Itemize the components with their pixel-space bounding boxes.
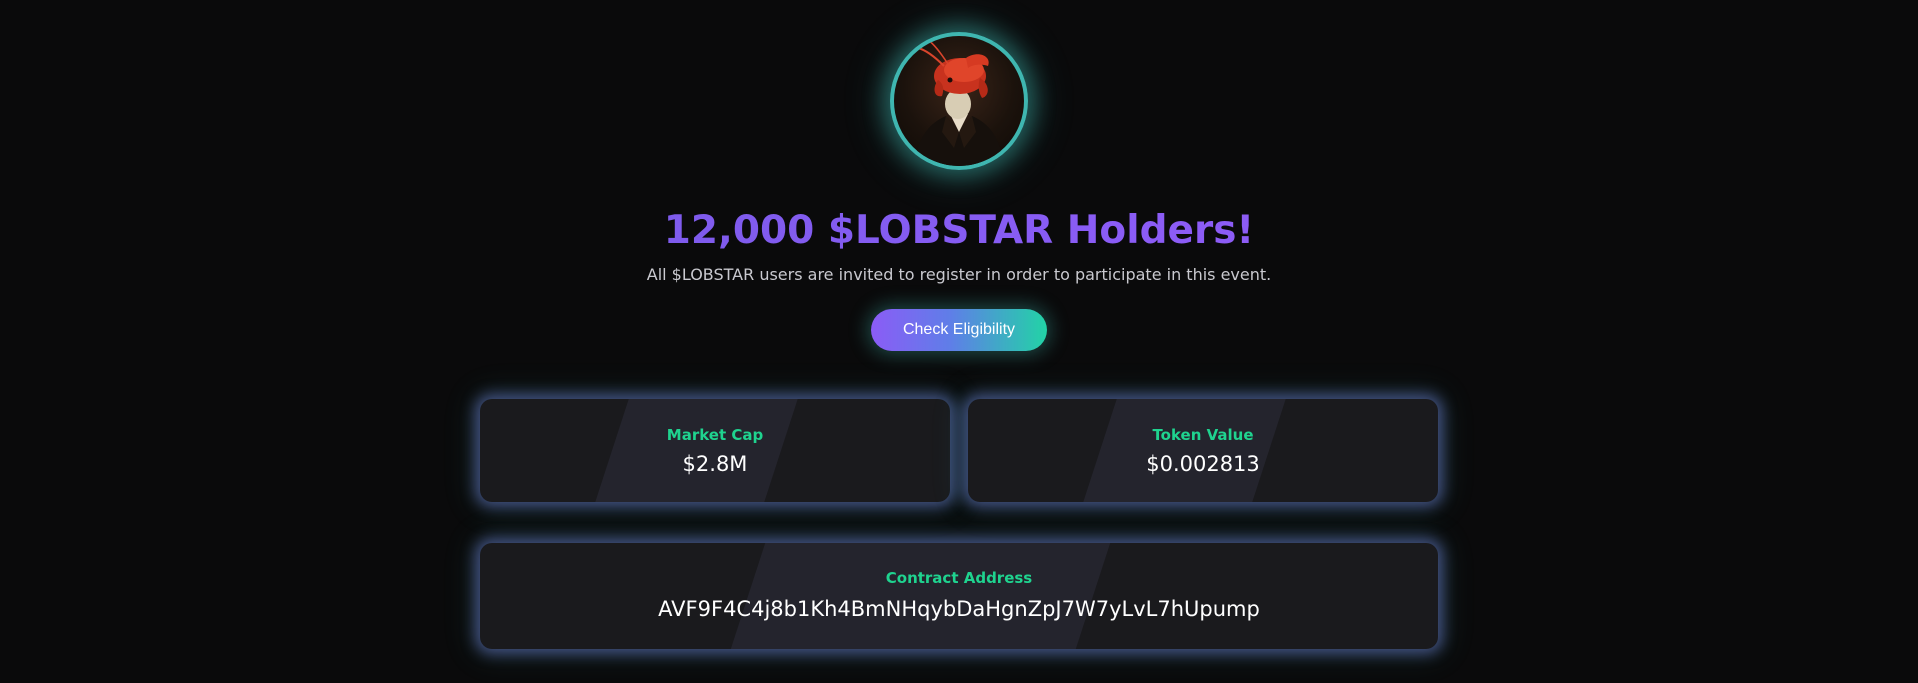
page: 12,000 $LOBSTAR Holders! All $LOBSTAR us… [0, 0, 1918, 683]
market-cap-value: $2.8M [682, 452, 748, 476]
contract-address-card[interactable]: Contract Address AVF9F4C4j8b1Kh4BmNHqybD… [480, 543, 1438, 649]
lobster-portrait-icon [914, 39, 1004, 166]
avatar [890, 32, 1028, 170]
market-cap-card: Market Cap $2.8M [480, 399, 950, 502]
subtitle: All $LOBSTAR users are invited to regist… [646, 265, 1272, 284]
contract-address-value[interactable]: AVF9F4C4j8b1Kh4BmNHqybDaHgnZpJ7W7yLvL7hU… [480, 596, 1438, 622]
token-value-label: Token Value [1152, 426, 1254, 444]
market-cap-label: Market Cap [666, 426, 764, 444]
token-value-card: Token Value $0.002813 [968, 399, 1438, 502]
check-eligibility-button[interactable]: Check Eligibility [871, 309, 1047, 351]
token-value-value: $0.002813 [1146, 452, 1260, 476]
page-title: 12,000 $LOBSTAR Holders! [0, 206, 1918, 256]
contract-address-label: Contract Address [885, 569, 1033, 587]
